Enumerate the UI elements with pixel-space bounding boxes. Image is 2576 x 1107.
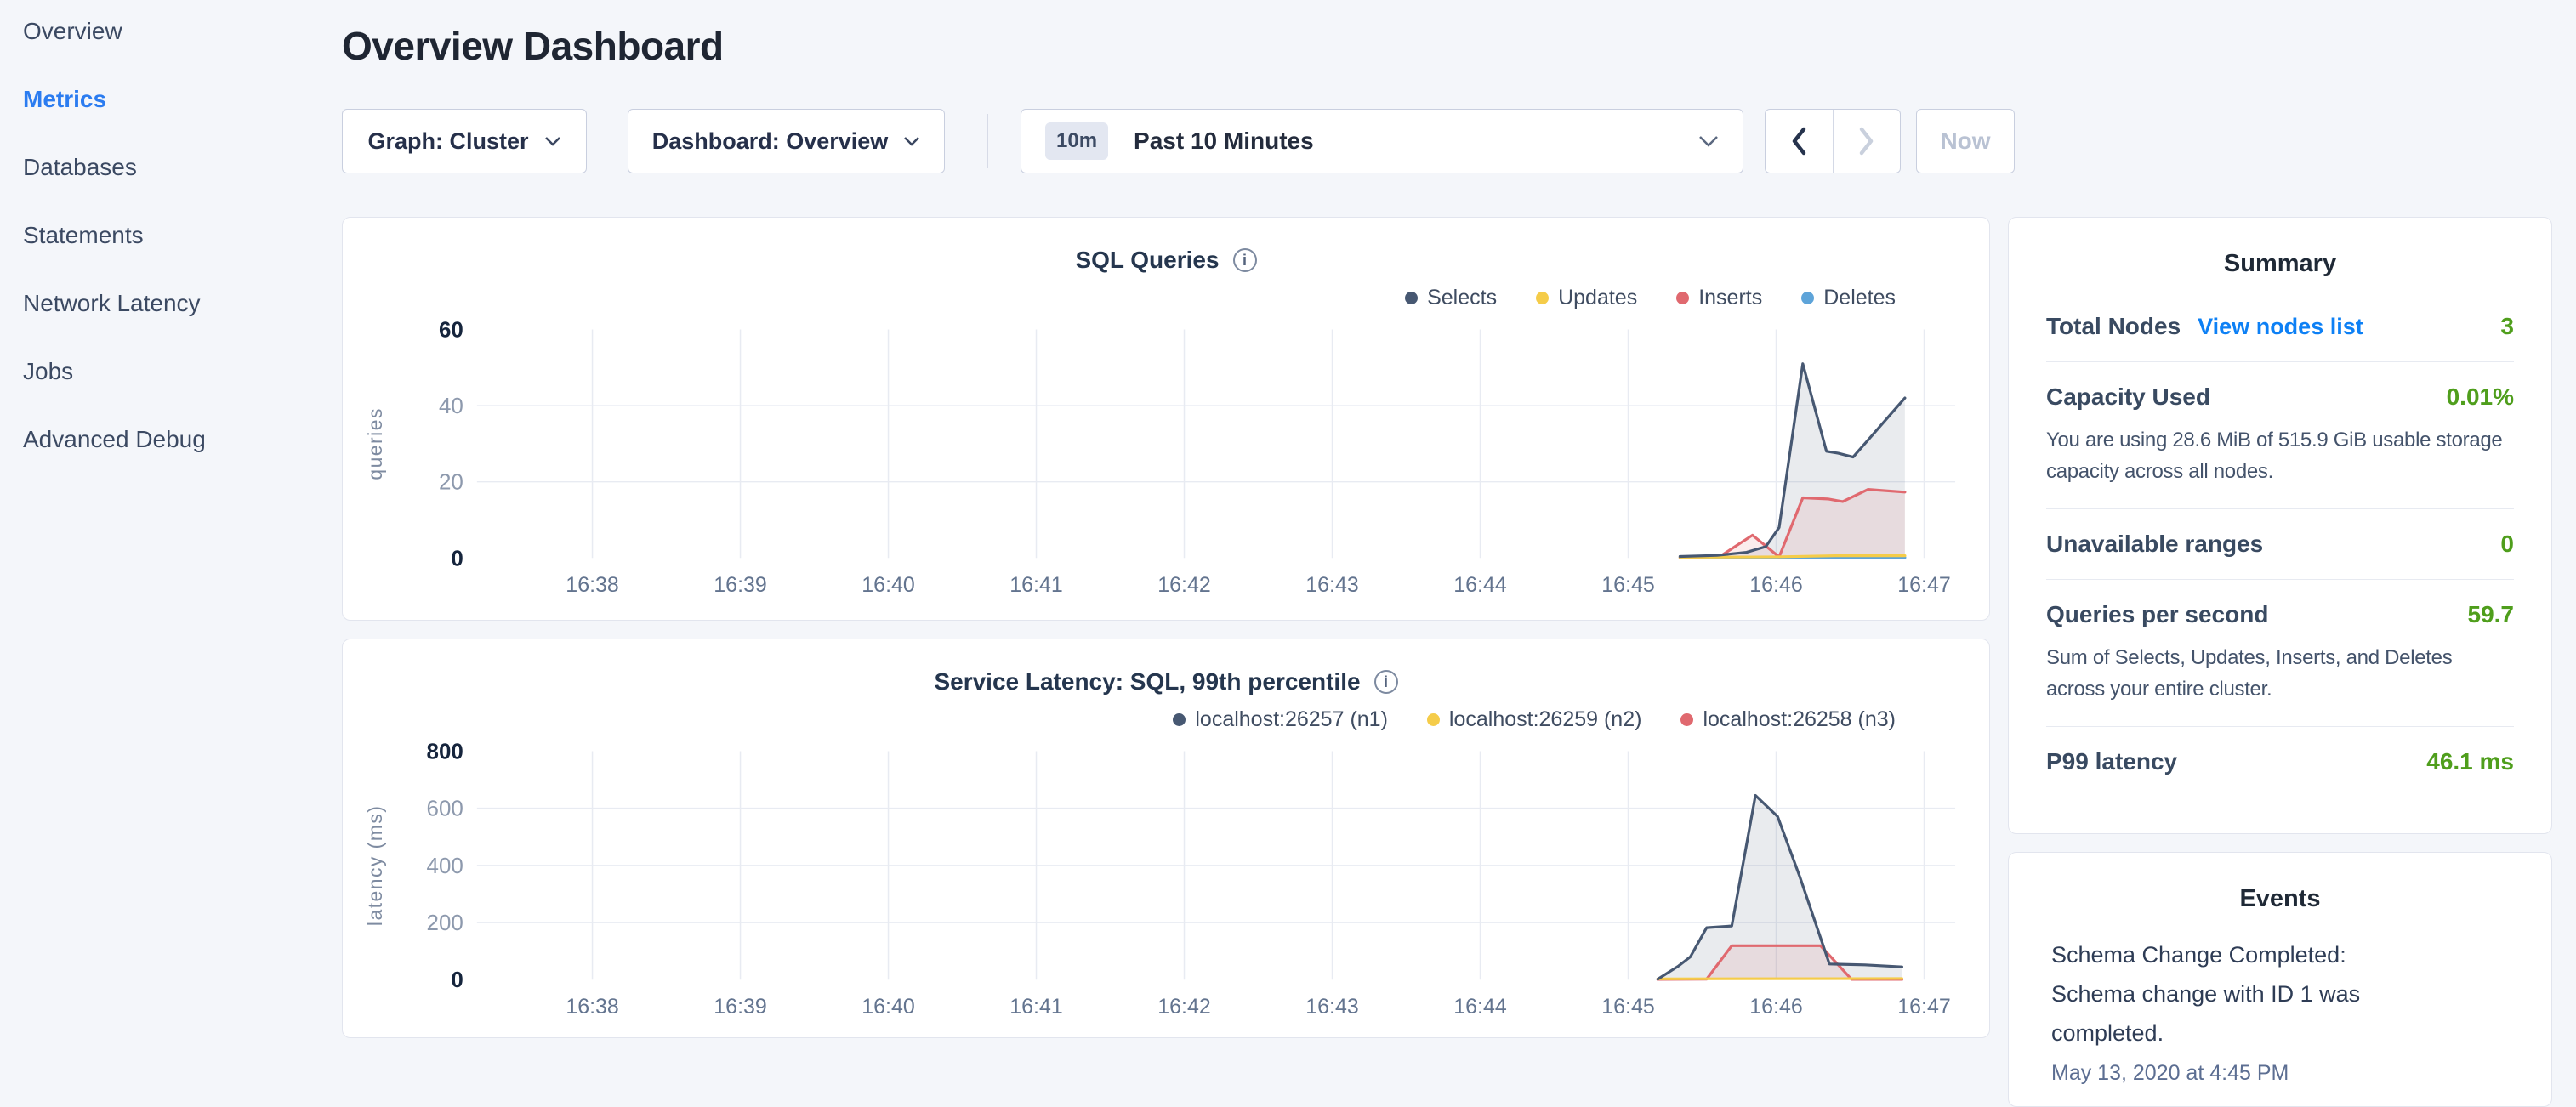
- x-tick-label: 16:44: [1453, 573, 1507, 597]
- y-axis-title: latency (ms): [364, 805, 386, 927]
- y-tick-label: 0: [451, 547, 463, 571]
- x-tick-label: 16:39: [714, 995, 766, 1019]
- graph-dropdown[interactable]: Graph: Cluster: [342, 109, 587, 173]
- chevron-down-icon: [544, 136, 561, 146]
- summary-row-header: Total Nodes View nodes list 3: [2046, 313, 2514, 340]
- x-tick-label: 16:41: [1009, 995, 1062, 1019]
- summary-row-value: 3: [2500, 313, 2514, 340]
- time-pager: [1765, 109, 1901, 173]
- sidebar-item-overview[interactable]: Overview: [23, 14, 206, 48]
- sidebar-item-advanced-debug[interactable]: Advanced Debug: [23, 423, 206, 457]
- y-tick-label: 60: [439, 318, 463, 342]
- sidebar-item-statements[interactable]: Statements: [23, 219, 206, 253]
- time-range-selector[interactable]: 10m Past 10 Minutes: [1021, 109, 1743, 173]
- summary-row-label: Total Nodes: [2046, 313, 2181, 340]
- summary-row-label: P99 latency: [2046, 748, 2177, 775]
- summary-panel: Summary Total Nodes View nodes list 3 Capac…: [2008, 217, 2552, 834]
- sql-queries-plot[interactable]: 16:38 16:39 16:40 16:41 16:42 16:43 16:44 16:45…: [343, 218, 1989, 620]
- x-tick-label: 16:45: [1601, 573, 1654, 597]
- x-tick-label: 16:44: [1453, 995, 1507, 1019]
- toolbar-divider: [987, 114, 988, 168]
- summary-row-header: Unavailable ranges 0: [2046, 531, 2514, 558]
- chevron-down-icon: [903, 136, 920, 146]
- x-tick-label: 16:46: [1749, 995, 1802, 1019]
- summary-row: Total Nodes View nodes list 3: [2046, 292, 2514, 361]
- sidebar-item-network-latency[interactable]: Network Latency: [23, 287, 206, 321]
- summary-row-label: Unavailable ranges: [2046, 531, 2263, 558]
- y-tick-label: 40: [439, 395, 463, 418]
- summary-row-label: Queries per second: [2046, 601, 2268, 628]
- chevron-left-icon: [1788, 125, 1809, 157]
- summary-row-description: You are using 28.6 MiB of 515.9 GiB usab…: [2046, 424, 2514, 487]
- y-tick-label: 20: [439, 471, 463, 495]
- summary-row-description: Sum of Selects, Updates, Inserts, and De…: [2046, 642, 2514, 705]
- time-range-label: Past 10 Minutes: [1134, 128, 1314, 155]
- y-tick-label: 200: [427, 911, 463, 935]
- page-title: Overview Dashboard: [342, 22, 724, 70]
- sidebar-item-metrics[interactable]: Metrics: [23, 82, 206, 116]
- x-tick-label: 16:47: [1897, 573, 1950, 597]
- x-tick-label: 16:40: [862, 573, 914, 597]
- time-window-badge: 10m: [1045, 122, 1108, 160]
- summary-row-header: Queries per second 59.7: [2046, 601, 2514, 628]
- next-time-button[interactable]: [1833, 110, 1901, 173]
- x-tick-label: 16:41: [1009, 573, 1062, 597]
- x-tick-label: 16:45: [1601, 995, 1654, 1019]
- x-tick-label: 16:47: [1897, 995, 1950, 1019]
- summary-row-value: 59.7: [2468, 601, 2515, 628]
- x-tick-label: 16:39: [714, 573, 766, 597]
- summary-row: Unavailable ranges 0: [2046, 508, 2514, 579]
- chevron-down-icon: [1698, 135, 1719, 147]
- y-axis-title: queries: [364, 407, 386, 480]
- y-tick-label: 0: [451, 968, 463, 992]
- service-latency-chart-card: Service Latency: SQL, 99th percentile i …: [342, 639, 1990, 1038]
- x-tick-label: 16:46: [1749, 573, 1802, 597]
- x-tick-label: 16:43: [1305, 573, 1358, 597]
- sidebar-item-jobs[interactable]: Jobs: [23, 355, 206, 389]
- y-tick-label: 600: [427, 798, 463, 821]
- event-message: Schema Change Completed: Schema change w…: [2051, 935, 2425, 1053]
- summary-row-value: 0.01%: [2447, 383, 2514, 411]
- events-title: Events: [2051, 885, 2509, 913]
- view-nodes-link[interactable]: View nodes list: [2198, 314, 2363, 340]
- summary-title: Summary: [2046, 250, 2514, 278]
- dashboard-dropdown-label: Dashboard: Overview: [652, 128, 889, 155]
- summary-row: Capacity Used 0.01% You are using 28.6 MiB…: [2046, 361, 2514, 508]
- sidebar-item-databases[interactable]: Databases: [23, 150, 206, 184]
- x-tick-label: 16:38: [566, 995, 618, 1019]
- x-tick-label: 16:42: [1157, 995, 1210, 1019]
- sidebar: Overview Metrics Databases Statements Networ…: [23, 14, 206, 457]
- prev-time-button[interactable]: [1766, 110, 1833, 173]
- event-timestamp: May 13, 2020 at 4:45 PM: [2051, 1061, 2509, 1086]
- graph-dropdown-label: Graph: Cluster: [367, 128, 528, 155]
- y-tick-label: 400: [427, 854, 463, 878]
- y-tick-label: 800: [427, 740, 463, 764]
- summary-row-label: Capacity Used: [2046, 383, 2210, 411]
- now-button[interactable]: Now: [1916, 109, 2015, 173]
- dashboard-dropdown[interactable]: Dashboard: Overview: [628, 109, 945, 173]
- x-tick-label: 16:43: [1305, 995, 1358, 1019]
- summary-row: P99 latency 46.1 ms: [2046, 726, 2514, 797]
- x-tick-label: 16:38: [566, 573, 618, 597]
- events-panel: Events Schema Change Completed: Schema c…: [2008, 852, 2552, 1107]
- service-latency-plot[interactable]: 16:38 16:39 16:40 16:41 16:42 16:43 16:44 16:45…: [343, 639, 1989, 1037]
- summary-row-header: Capacity Used 0.01%: [2046, 383, 2514, 411]
- sql-queries-chart-card: SQL Queries i SelectsUpdatesInsertsDelet…: [342, 217, 1990, 621]
- x-tick-label: 16:42: [1157, 573, 1210, 597]
- summary-row: Queries per second 59.7 Sum of Selects, Up…: [2046, 579, 2514, 726]
- summary-row-value: 0: [2500, 531, 2514, 558]
- summary-row-value: 46.1 ms: [2426, 748, 2514, 775]
- chevron-right-icon: [1857, 125, 1877, 157]
- summary-row-header: P99 latency 46.1 ms: [2046, 748, 2514, 775]
- x-tick-label: 16:40: [862, 995, 914, 1019]
